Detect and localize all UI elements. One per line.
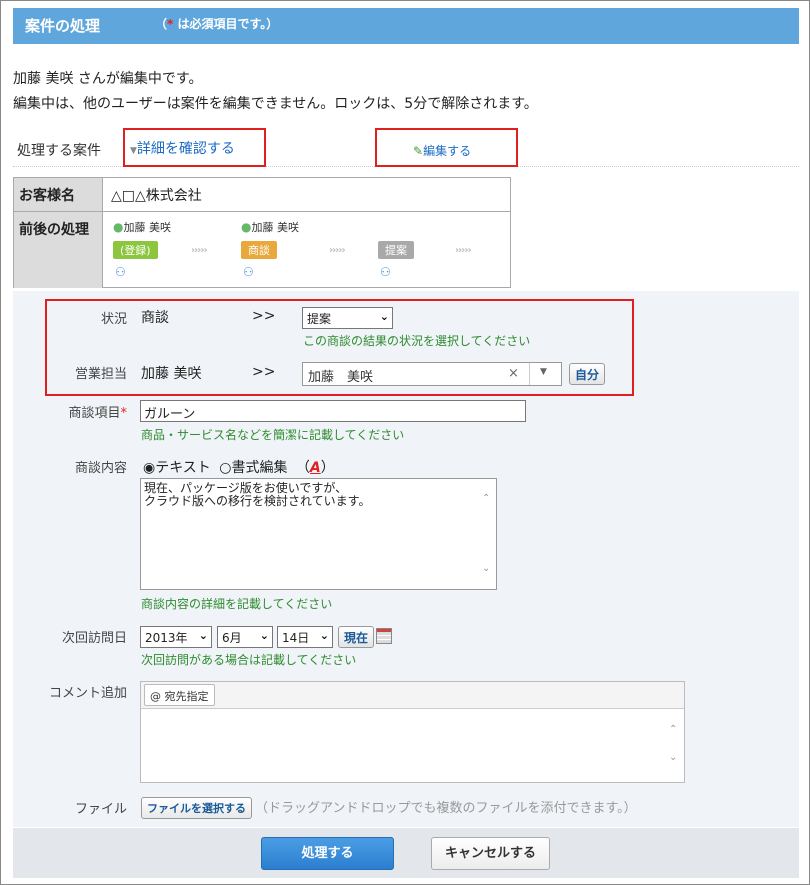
radio-rich-text[interactable]: ○書式編集: [219, 460, 287, 476]
status-label: 状況: [100, 312, 127, 327]
user-icon: ●: [241, 220, 252, 234]
sales-rep-value: 加藤 美咲: [308, 370, 374, 385]
flow-cell: ●加藤 美咲 ●加藤 美咲 (登録) ››››› 商談 ››››› 提案 ›››…: [102, 211, 510, 288]
sales-rep-label: 営業担当: [74, 367, 127, 382]
scroll-down-icon[interactable]: ⌄: [482, 563, 490, 574]
customer-cell: △□△株式会社: [102, 178, 510, 211]
content-label: 商談内容: [74, 461, 127, 476]
page-title: 案件の処理: [25, 17, 101, 35]
flow-person: ●加藤 美咲: [113, 220, 171, 234]
next-visit-label: 次回訪問日: [61, 631, 127, 646]
content-hint: 商談内容の詳細を記載してください: [141, 597, 333, 611]
customer-label: お客様名: [14, 178, 102, 211]
status-arrow: >>: [252, 308, 276, 324]
item-input[interactable]: ガルーン: [140, 400, 526, 422]
submit-button[interactable]: 処理する: [261, 837, 394, 870]
scroll-up-icon[interactable]: ⌃: [482, 493, 490, 504]
caret-down-icon[interactable]: ▼: [540, 367, 547, 377]
assign-user-icon: ⚇: [380, 265, 391, 279]
comment-label: コメント追加: [48, 686, 127, 701]
edit-link[interactable]: ✎編集する: [413, 142, 471, 159]
font-close: ）: [320, 460, 335, 476]
file-label: ファイル: [74, 802, 127, 817]
content-format-options: ◉テキスト ○書式編集 （A）: [143, 457, 335, 477]
caret-down-icon: ▼: [130, 146, 137, 156]
sales-rep-combobox[interactable]: 加藤 美咲 × ▼: [302, 362, 562, 386]
chevron-down-icon: ⌄: [198, 629, 208, 642]
flow-arrow: ›››››: [455, 245, 472, 256]
customer-value: △□△株式会社: [111, 188, 202, 204]
chevron-down-icon: ⌄: [379, 310, 389, 323]
now-button[interactable]: 現在: [338, 626, 375, 648]
status-hint: この商談の結果の状況を選択してください: [303, 334, 531, 348]
file-note: （ドラッグアンドドロップでも複数のファイルを添付できます。）: [255, 801, 637, 816]
sales-rep-current: 加藤 美咲: [141, 366, 202, 382]
comment-editor[interactable]: @ 宛先指定 ⌃ ⌄: [140, 681, 685, 783]
status-current: 商談: [141, 310, 169, 326]
required-star: *: [120, 406, 128, 421]
assign-user-icon: ⚇: [243, 265, 254, 279]
sales-rep-arrow: >>: [252, 364, 276, 380]
scroll-down-icon[interactable]: ⌄: [669, 752, 677, 763]
item-label: 商談項目*: [68, 406, 128, 421]
assign-user-icon: ⚇: [115, 265, 126, 279]
pencil-icon: ✎: [413, 144, 424, 158]
stage-proposal: 提案: [378, 241, 414, 259]
comment-toolbar: @ 宛先指定: [141, 682, 684, 709]
edit-highlight: ✎編集する: [375, 128, 518, 167]
chevron-down-icon: ⌄: [259, 629, 269, 642]
year-select[interactable]: 2013年 ⌄: [140, 626, 212, 648]
flow-label: 前後の処理: [14, 211, 102, 288]
month-select[interactable]: 6月 ⌄: [217, 626, 273, 648]
font-open: （: [295, 460, 310, 476]
stage-registered: (登録): [113, 241, 158, 259]
chevron-down-icon: ⌄: [319, 629, 329, 642]
font-format-icon[interactable]: A: [310, 460, 321, 476]
cancel-button[interactable]: キャンセルする: [431, 837, 550, 870]
detail-highlight: ▼詳細を確認する: [123, 128, 266, 167]
required-note: （* は必須項目です。）: [155, 17, 279, 31]
clear-icon[interactable]: ×: [508, 366, 519, 381]
file-select-button[interactable]: ファイルを選択する: [141, 797, 252, 819]
case-row: 処理する案件 ▼詳細を確認する ✎編集する: [13, 128, 799, 167]
flow-person: ●加藤 美咲: [241, 220, 299, 234]
radio-text[interactable]: ◉テキスト: [143, 460, 211, 476]
user-icon: ●: [113, 220, 124, 234]
title-bar: 案件の処理 （* は必須項目です。）: [13, 8, 799, 44]
detail-link[interactable]: ▼詳細を確認する: [130, 138, 235, 158]
self-button[interactable]: 自分: [569, 363, 606, 385]
editing-message: 加藤 美咲 さんが編集中です。: [13, 71, 203, 87]
flow-arrow: ›››››: [191, 245, 208, 256]
stage-negotiation: 商談: [241, 241, 277, 259]
scroll-up-icon[interactable]: ⌃: [669, 724, 677, 735]
footer-bar: 処理する キャンセルする: [13, 828, 799, 878]
case-info-table: お客様名 △□△株式会社 前後の処理 ●加藤 美咲 ●加藤 美咲 (登録) ››…: [13, 177, 511, 288]
flow-arrow: ›››››: [329, 245, 346, 256]
status-select[interactable]: 提案 ⌄: [302, 307, 393, 329]
item-hint: 商品・サービス名などを簡潔に記載してください: [141, 428, 405, 442]
address-button[interactable]: @ 宛先指定: [144, 684, 215, 706]
day-select[interactable]: 14日 ⌄: [277, 626, 333, 648]
lock-message: 編集中は、他のユーザーは案件を編集できません。ロックは、5分で解除されます。: [13, 96, 538, 112]
next-visit-hint: 次回訪問がある場合は記載してください: [141, 653, 357, 667]
content-textarea[interactable]: 現在、パッケージ版をお使いですが、 クラウド版への移行を検討されています。: [140, 478, 497, 590]
case-label: 処理する案件: [17, 143, 101, 159]
calendar-icon[interactable]: [376, 628, 392, 644]
combo-divider: [529, 363, 530, 385]
process-dialog: 案件の処理 （* は必須項目です。） 加藤 美咲 さんが編集中です。 編集中は、…: [0, 0, 810, 885]
